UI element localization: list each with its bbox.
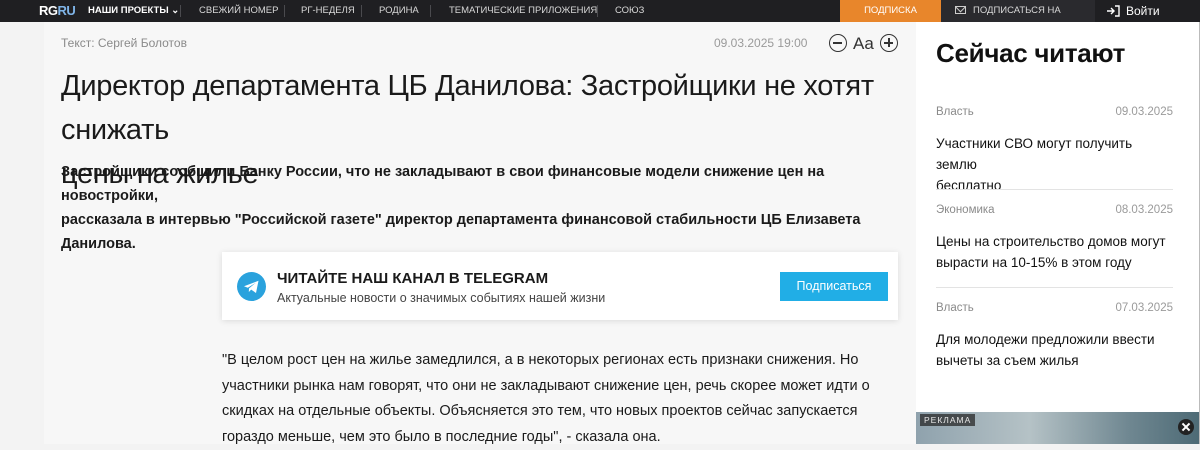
subscribe-news-button[interactable]: ПОДПИСАТЬСЯ НА НОВОСТИ bbox=[941, 0, 1095, 38]
top-nav-bar: RGRU НАШИ ПРОЕКТЫ ⌄ СВЕЖИЙ НОМЕР РГ-НЕДЕ… bbox=[0, 0, 1200, 38]
telegram-subscribe-button[interactable]: Подписаться bbox=[780, 272, 888, 301]
nav-divider bbox=[597, 5, 598, 17]
nav-rg-week[interactable]: РГ-НЕДЕЛЯ bbox=[301, 0, 355, 22]
sidebar-title: Сейчас читают bbox=[936, 38, 1126, 68]
login-button[interactable]: Войти bbox=[1096, 0, 1200, 22]
nav-rodina[interactable]: РОДИНА bbox=[379, 0, 419, 22]
news-category[interactable]: Власть bbox=[936, 302, 974, 314]
news-headline[interactable]: Для молодежи предложили ввести вычеты за … bbox=[936, 329, 1173, 371]
article-lead: Застройщики сообщили Банку России, что н… bbox=[61, 160, 901, 256]
font-increase-icon[interactable] bbox=[880, 34, 898, 52]
sidebar-divider bbox=[936, 287, 1173, 288]
headline-line: Директор департамента ЦБ Данилова: Застр… bbox=[61, 70, 874, 146]
sidebar-news-item[interactable]: Власть 09.03.2025 Участники СВО могут по… bbox=[936, 106, 1173, 193]
nav-soyuz[interactable]: СОЮЗ bbox=[615, 0, 644, 22]
nav-our-projects[interactable]: НАШИ ПРОЕКТЫ ⌄ bbox=[88, 0, 179, 22]
article-date: 09.03.2025 19:00 bbox=[714, 36, 808, 50]
login-icon bbox=[1107, 5, 1120, 17]
nav-fresh-issue[interactable]: СВЕЖИЙ НОМЕР bbox=[199, 0, 278, 22]
sidebar-news-item[interactable]: Экономика 08.03.2025 Цены на строительст… bbox=[936, 204, 1173, 274]
news-date: 07.03.2025 bbox=[1115, 302, 1173, 314]
lead-line: рассказала в интервью "Российской газете… bbox=[61, 212, 861, 252]
envelope-icon bbox=[955, 6, 966, 14]
font-decrease-icon[interactable] bbox=[829, 34, 847, 52]
sidebar-divider bbox=[936, 189, 1173, 190]
news-category[interactable]: Власть bbox=[936, 106, 974, 118]
article: Текст: Сергей Болотов 09.03.2025 19:00 A… bbox=[44, 22, 916, 445]
font-size-icon: Aa bbox=[853, 34, 874, 53]
sidebar-news-item[interactable]: Власть 07.03.2025 Для молодежи предложил… bbox=[936, 302, 1173, 372]
news-date: 09.03.2025 bbox=[1115, 106, 1173, 118]
nav-thematic-supplements[interactable]: ТЕМАТИЧЕСКИЕ ПРИЛОЖЕНИЯ bbox=[449, 0, 597, 22]
rg-logo[interactable]: RGRU bbox=[39, 4, 76, 18]
lead-line: Застройщики сообщили Банку России, что н… bbox=[61, 164, 825, 204]
quote-line: участники рынка нам говорят, что они не … bbox=[222, 377, 870, 394]
nav-divider bbox=[430, 5, 431, 17]
article-byline: Текст: Сергей Болотов bbox=[61, 36, 187, 50]
telegram-promo-card: ЧИТАЙТЕ НАШ КАНАЛ В TELEGRAM Актуальные … bbox=[222, 252, 898, 320]
article-quote: "В целом рост цен на жилье замедлился, а… bbox=[222, 348, 882, 450]
news-headline[interactable]: Цены на строительство домов могут вырасти… bbox=[936, 231, 1173, 273]
close-icon[interactable] bbox=[1178, 419, 1194, 435]
news-date: 08.03.2025 bbox=[1115, 204, 1173, 216]
telegram-promo-title: ЧИТАЙТЕ НАШ КАНАЛ В TELEGRAM bbox=[277, 270, 549, 287]
ad-label: РЕКЛАМА bbox=[920, 414, 976, 426]
quote-line: скидках на отдельные объекты. Объясняетс… bbox=[222, 403, 858, 419]
nav-divider bbox=[284, 5, 285, 17]
page-margin bbox=[0, 22, 44, 444]
news-category[interactable]: Экономика bbox=[936, 204, 995, 216]
advertisement-banner[interactable]: РЕКЛАМА bbox=[916, 412, 1200, 444]
quote-line: гораздо меньше, чем это было в последние… bbox=[222, 428, 661, 445]
login-label: Войти bbox=[1126, 4, 1160, 18]
nav-divider bbox=[361, 5, 362, 17]
now-reading-sidebar: Сейчас читают Власть 09.03.2025 Участник… bbox=[916, 22, 1200, 444]
subscription-button[interactable]: ПОДПИСКА bbox=[840, 0, 941, 22]
telegram-icon bbox=[237, 272, 266, 301]
telegram-promo-subtitle: Актуальные новости о значимых событиях н… bbox=[277, 291, 606, 305]
nav-divider bbox=[180, 5, 181, 17]
quote-line: "В целом рост цен на жилье замедлился, а… bbox=[222, 352, 859, 368]
news-headline[interactable]: Участники СВО могут получить землю беспла… bbox=[936, 133, 1173, 196]
